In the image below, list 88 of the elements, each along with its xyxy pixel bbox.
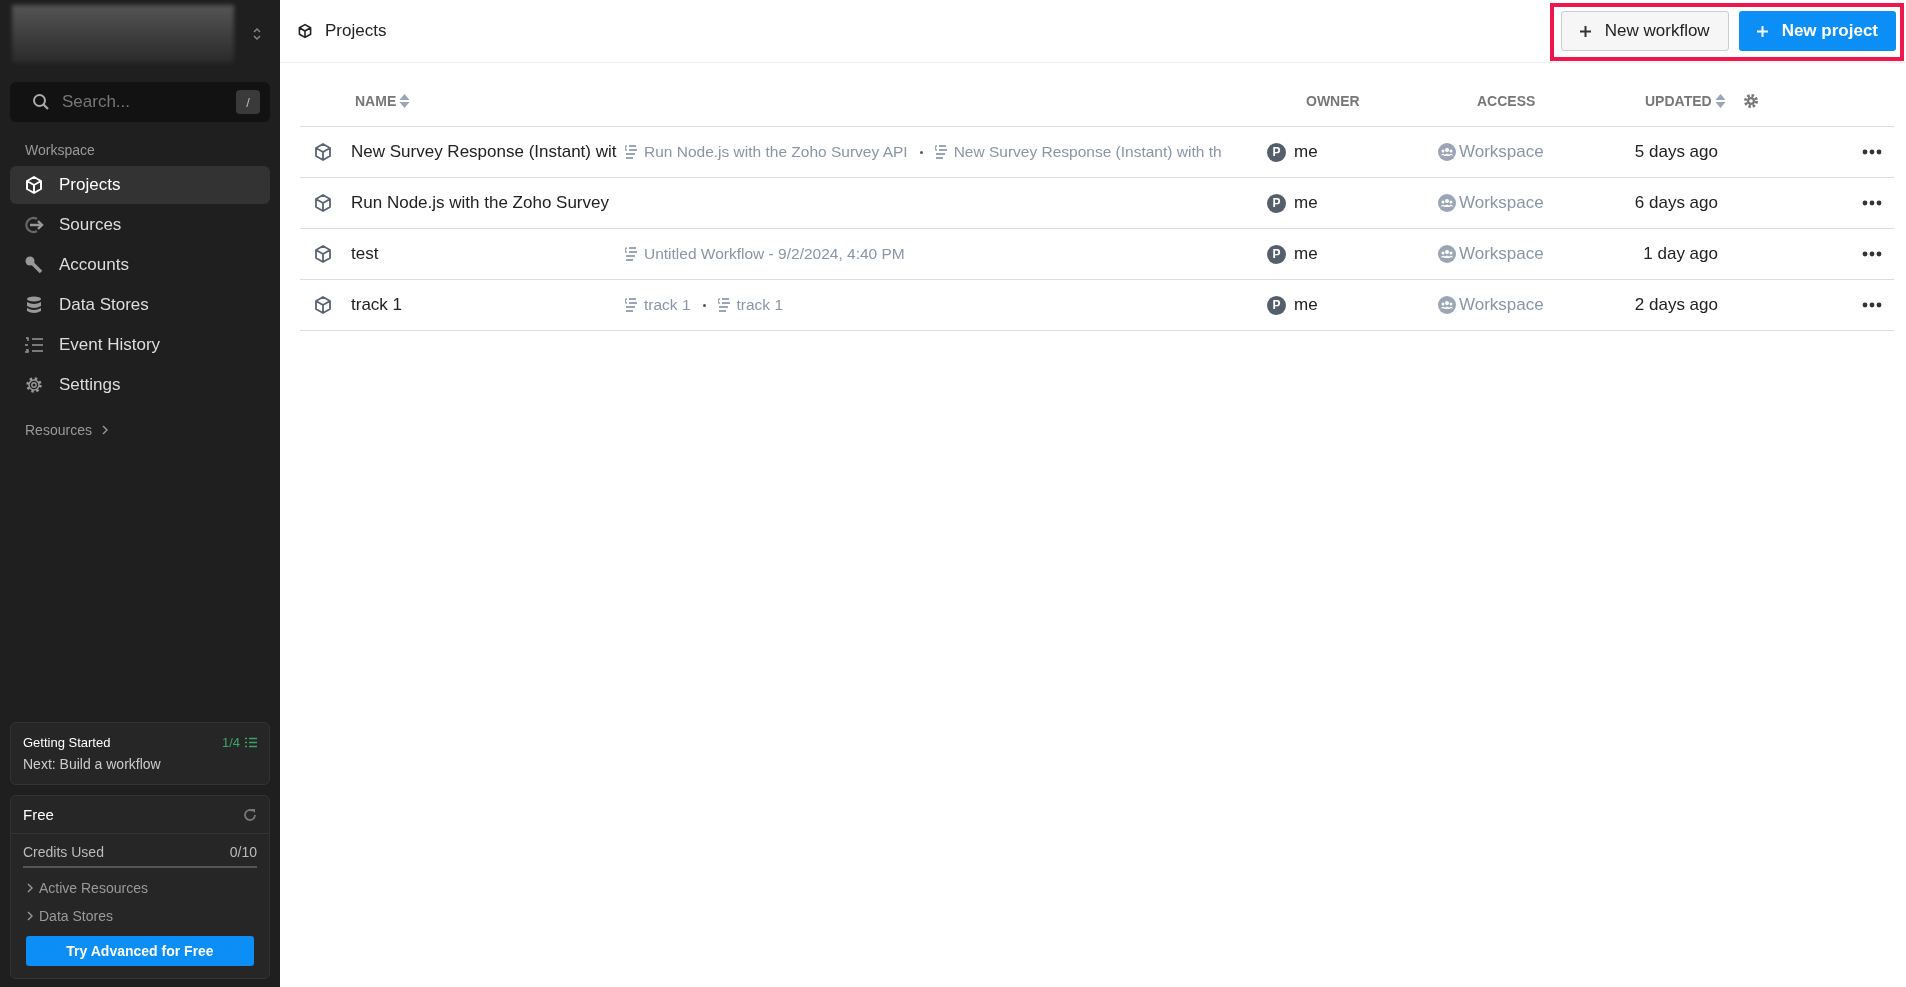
project-name[interactable]: Run Node.js with the Zoho Survey — [351, 193, 625, 213]
plan-name: Free — [23, 806, 54, 823]
owner-name: me — [1294, 295, 1318, 315]
workflow-link[interactable]: Untitled Workflow - 9/2/2024, 4:40 PM — [644, 245, 905, 263]
column-header[interactable]: NAME — [355, 92, 397, 109]
chevron-right-icon[interactable] — [27, 911, 33, 921]
workflow-link[interactable]: track 1 — [736, 296, 784, 314]
column-header[interactable]: UPDATED — [1645, 92, 1712, 109]
project-name[interactable]: track 1 — [351, 295, 625, 315]
owner-name: me — [1294, 244, 1318, 264]
workflow-icon — [625, 298, 638, 312]
chevron-right-icon[interactable] — [27, 883, 33, 893]
project-name[interactable]: New Survey Response (Instant) wit — [351, 142, 625, 162]
access-label: Workspace — [1459, 142, 1544, 162]
owner-name: me — [1294, 142, 1318, 162]
owner-avatar: P — [1267, 193, 1286, 213]
search-field[interactable]: Search... / — [10, 82, 270, 122]
chevron-right-icon[interactable] — [101, 425, 108, 435]
credits-label: Credits Used — [23, 844, 104, 860]
progress-count: 1/4 — [221, 735, 240, 750]
updated-time: 2 days ago — [1633, 295, 1718, 315]
updated-time: 6 days ago — [1633, 193, 1718, 213]
separator-dot — [919, 150, 923, 154]
plus-icon — [1579, 25, 1591, 37]
next-step-text: Next: Build a workflow — [23, 756, 162, 772]
owner-avatar: P — [1267, 244, 1286, 264]
separator-dot — [702, 303, 706, 307]
sidebar-item[interactable]: Sources — [10, 206, 270, 244]
settings-icon[interactable] — [1742, 92, 1759, 109]
column-header[interactable]: ACCESS — [1477, 92, 1536, 109]
owner-name: me — [1294, 193, 1318, 213]
cube-icon — [313, 142, 333, 162]
owner-avatar: P — [1267, 295, 1286, 315]
upgrade-button[interactable]: Try Advanced for Free — [26, 936, 254, 966]
expand-link[interactable]: Active Resources — [39, 880, 148, 896]
sidebar-item[interactable]: Event History — [10, 326, 270, 364]
project-name[interactable]: test — [351, 244, 625, 264]
refresh-icon[interactable] — [243, 807, 257, 822]
group-icon — [1438, 143, 1456, 161]
section-label: Workspace — [25, 142, 96, 158]
new-project-button[interactable]: New project — [1738, 11, 1896, 51]
new-workflow-button[interactable]: New workflow — [1560, 11, 1729, 51]
plus-icon — [1756, 25, 1768, 37]
cube-icon — [297, 23, 313, 39]
workflow-icon — [717, 298, 731, 312]
workflow-link[interactable]: track 1 — [644, 296, 691, 314]
cube-icon — [313, 295, 333, 315]
updated-time: 1 day ago — [1642, 244, 1718, 264]
chevron-up-down-icon[interactable] — [252, 26, 262, 42]
access-label: Workspace — [1459, 295, 1544, 315]
updated-time: 5 days ago — [1633, 142, 1718, 162]
arrow-circle-icon — [23, 215, 45, 235]
workflow-icon — [625, 247, 638, 261]
shortcut-key: / — [236, 90, 260, 114]
resources-link[interactable]: Resources — [25, 422, 92, 438]
column-header[interactable]: OWNER — [1306, 92, 1360, 109]
workflow-link[interactable]: New Survey Response (Instant) with th — [953, 143, 1222, 161]
list-icon — [23, 336, 45, 354]
workflow-icon — [625, 145, 638, 159]
more-icon[interactable] — [1862, 200, 1882, 206]
sidebar-item[interactable]: Settings — [10, 366, 270, 404]
owner-avatar: P — [1267, 142, 1286, 162]
cube-icon — [313, 244, 333, 264]
sidebar-item[interactable]: Projects — [10, 166, 270, 204]
search-icon — [32, 93, 50, 111]
more-icon[interactable] — [1862, 251, 1882, 257]
group-icon — [1438, 245, 1456, 263]
checklist-icon — [245, 737, 257, 748]
sidebar-item[interactable]: Data Stores — [10, 286, 270, 324]
access-label: Workspace — [1459, 244, 1544, 264]
group-icon — [1438, 296, 1456, 314]
sidebar-item[interactable]: Accounts — [10, 246, 270, 284]
access-label: Workspace — [1459, 193, 1544, 213]
key-icon — [23, 255, 45, 275]
settings-icon — [23, 375, 45, 395]
cube-icon — [313, 193, 333, 213]
more-icon[interactable] — [1862, 149, 1882, 155]
expand-link[interactable]: Data Stores — [39, 908, 113, 924]
getting-started-card[interactable]: Getting Started 1/4 Next: Build a workflow — [10, 722, 270, 785]
workflow-icon — [934, 145, 948, 159]
credits-value: 0/10 — [229, 844, 257, 860]
cube-icon — [23, 175, 45, 195]
more-icon[interactable] — [1862, 302, 1882, 308]
group-icon — [1438, 194, 1456, 212]
search-input[interactable]: Search... — [60, 91, 226, 113]
getting-started-title: Getting Started — [23, 735, 112, 750]
workflow-link[interactable]: Run Node.js with the Zoho Survey API — [644, 143, 908, 161]
page-title: Projects — [325, 21, 387, 41]
